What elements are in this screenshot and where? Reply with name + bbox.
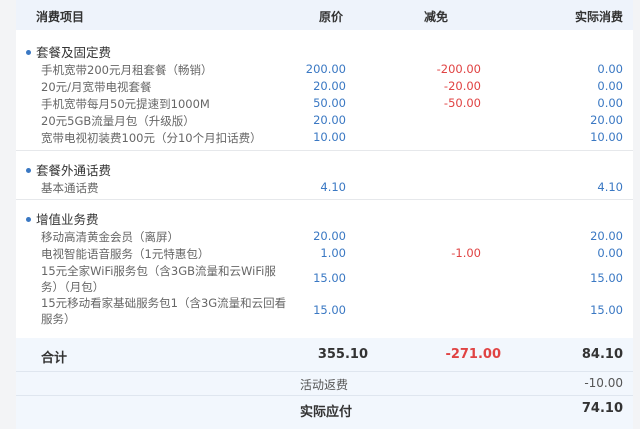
row-name: 移动高清黄金会员（离屏） xyxy=(41,230,179,244)
section-label: 增值业务费 xyxy=(36,212,99,227)
total-actual: 84.10 xyxy=(581,347,623,362)
row-original: 20.00 xyxy=(313,113,346,127)
row-name: 电视智能语音服务（1元特惠包） xyxy=(41,247,210,261)
row-actual: 4.10 xyxy=(597,180,623,194)
row-original: 1.00 xyxy=(320,246,346,260)
payable-value: 74.10 xyxy=(581,401,623,416)
row-original: 50.00 xyxy=(313,96,346,110)
section-divider xyxy=(16,150,633,151)
table-header: 消费项目 原价 减免 实际消费 xyxy=(16,0,633,30)
row-name: 15元移动看家基础服务包1（含3G流量和云回看服务） xyxy=(41,296,287,326)
row-actual: 15.00 xyxy=(590,303,623,317)
total-label: 合计 xyxy=(41,351,68,366)
row-original: 20.00 xyxy=(313,79,346,93)
section-title-call: 套餐外通话费 xyxy=(26,160,111,179)
rebate-label: 活动返费 xyxy=(300,378,349,392)
row-original: 200.00 xyxy=(305,62,346,76)
row-actual: 0.00 xyxy=(597,62,623,76)
bill-detail-panel: 消费项目 原价 减免 实际消费 套餐及固定费 手机宽带200元月租套餐（畅销） … xyxy=(16,0,633,429)
row-actual: 0.00 xyxy=(597,96,623,110)
section-title-package: 套餐及固定费 xyxy=(26,42,111,61)
row-name: 手机宽带每月50元提速到1000M xyxy=(41,97,210,111)
row-original: 15.00 xyxy=(313,271,346,285)
bullet-icon xyxy=(26,217,31,222)
row-actual: 20.00 xyxy=(590,113,623,127)
summary-divider xyxy=(16,371,633,372)
payable-label: 实际应付 xyxy=(300,405,353,420)
summary-panel: 合计 355.10 -271.00 84.10 活动返费 -10.00 实际应付… xyxy=(16,338,633,429)
header-item: 消费项目 xyxy=(36,10,85,24)
section-title-value-added: 增值业务费 xyxy=(26,209,99,228)
row-original: 10.00 xyxy=(313,130,346,144)
section-label: 套餐及固定费 xyxy=(36,45,112,60)
row-name: 手机宽带200元月租套餐（畅销） xyxy=(41,63,213,77)
row-name: 15元全家WiFi服务包（含3GB流量和云WiFi服务）（月包） xyxy=(41,264,276,294)
row-name: 基本通话费 xyxy=(41,181,99,195)
row-name: 20元5GB流量月包（升级版） xyxy=(41,114,195,128)
row-actual: 0.00 xyxy=(597,246,623,260)
row-name: 宽带电视初装费100元（分10个月扣话费） xyxy=(41,131,262,145)
row-name: 20元/月宽带电视套餐 xyxy=(41,80,152,94)
row-original: 15.00 xyxy=(313,303,346,317)
section-label: 套餐外通话费 xyxy=(36,163,112,178)
bullet-icon xyxy=(26,168,31,173)
bullet-icon xyxy=(26,50,31,55)
rebate-value: -10.00 xyxy=(584,376,623,390)
total-original: 355.10 xyxy=(317,347,368,362)
total-discount: -271.00 xyxy=(445,347,501,362)
row-discount: -200.00 xyxy=(436,62,481,76)
row-original: 20.00 xyxy=(313,229,346,243)
row-actual: 10.00 xyxy=(590,130,623,144)
row-actual: 20.00 xyxy=(590,229,623,243)
header-actual: 实际消费 xyxy=(574,10,623,24)
row-discount: -20.00 xyxy=(443,79,481,93)
header-original: 原价 xyxy=(319,10,344,24)
row-discount: -50.00 xyxy=(443,96,481,110)
row-discount: -1.00 xyxy=(451,246,481,260)
row-actual: 15.00 xyxy=(590,271,623,285)
header-discount: 减免 xyxy=(424,10,449,24)
section-divider xyxy=(16,199,633,200)
summary-divider xyxy=(16,395,633,396)
row-actual: 0.00 xyxy=(597,79,623,93)
row-original: 4.10 xyxy=(320,180,346,194)
